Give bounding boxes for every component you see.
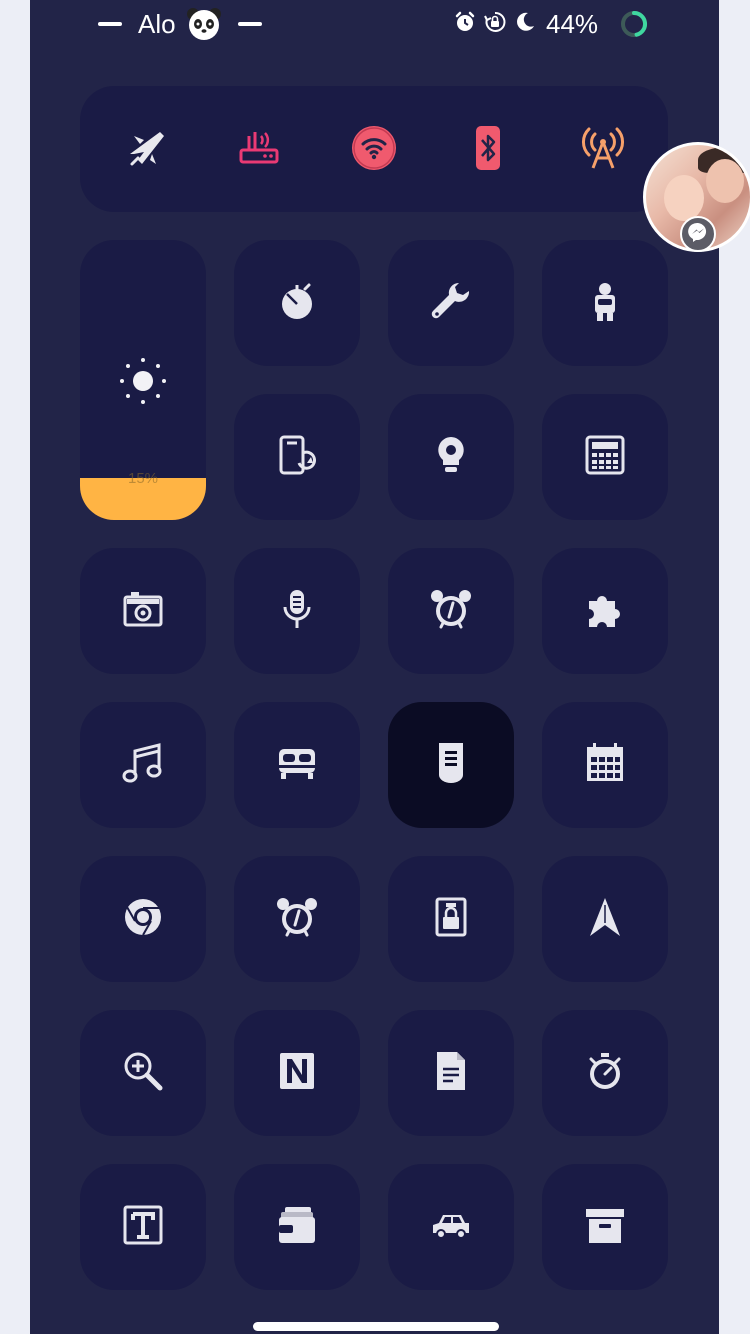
bed-icon: [275, 741, 319, 790]
status-bar: Alo 44%: [30, 0, 719, 48]
puzzle-icon: [583, 587, 627, 636]
alarm-tile[interactable]: [388, 548, 514, 674]
wallet-tile[interactable]: [234, 1164, 360, 1290]
notion-tile[interactable]: [234, 1010, 360, 1136]
stopwatch-tile[interactable]: [542, 1010, 668, 1136]
airplane-mode-toggle[interactable]: [122, 126, 170, 174]
remote-tile[interactable]: [388, 702, 514, 828]
timer-tile[interactable]: [234, 240, 360, 366]
panda-face-icon: [186, 6, 222, 42]
guided-access-tile[interactable]: [388, 856, 514, 982]
chrome-icon: [121, 895, 165, 944]
messenger-badge[interactable]: [680, 216, 716, 252]
music-tile[interactable]: [80, 702, 206, 828]
wallet-icon: [275, 1203, 319, 1252]
navigation-tile[interactable]: [542, 856, 668, 982]
calculator-tile[interactable]: [542, 394, 668, 520]
wrench-icon: [429, 279, 473, 328]
calendar-icon: [583, 741, 627, 790]
bluetooth-toggle[interactable]: [464, 124, 512, 177]
alarm-clock-icon: [275, 895, 319, 944]
navigation-arrow-icon: [583, 895, 627, 944]
camera-tile[interactable]: [80, 548, 206, 674]
carplay-tile[interactable]: [388, 1164, 514, 1290]
tools-tile[interactable]: [388, 240, 514, 366]
wifi-toggle[interactable]: [350, 124, 398, 177]
control-center: Alo 44% 15%: [30, 0, 719, 1334]
camera-icon: [121, 587, 165, 636]
microphone-icon: [275, 587, 319, 636]
document-icon: [429, 1049, 473, 1098]
notes-tile[interactable]: [388, 1010, 514, 1136]
brightness-slider[interactable]: 15%: [80, 240, 206, 520]
bluetooth-icon: [464, 124, 512, 177]
phone-rotate-icon: [275, 433, 319, 482]
brightness-value: 15%: [127, 470, 159, 487]
notion-icon: [275, 1049, 319, 1098]
wifi-icon: [350, 124, 398, 177]
battery-ring-icon: [620, 10, 648, 38]
voice-memos-tile[interactable]: [234, 548, 360, 674]
antenna-icon: [579, 124, 627, 177]
home-indicator[interactable]: [253, 1322, 499, 1331]
sun-icon: [118, 356, 168, 406]
status-icons: [454, 10, 536, 38]
battery-percent: 44%: [546, 9, 599, 39]
router-icon: [235, 124, 283, 177]
alarm-clock-icon: [429, 587, 473, 636]
connectivity-panel: [80, 86, 668, 212]
car-icon: [429, 1203, 473, 1252]
bulb-icon: [429, 433, 473, 482]
sleep-tile[interactable]: [234, 702, 360, 828]
screen-rotate-tile[interactable]: [234, 394, 360, 520]
alarm-clock-icon: [454, 11, 476, 38]
moon-icon: [514, 11, 536, 38]
zoom-in-icon: [121, 1049, 165, 1098]
airplane-icon: [122, 124, 170, 177]
carrier-label: Alo: [138, 9, 176, 39]
badge-lock-icon: [429, 895, 473, 944]
text-size-tile[interactable]: [80, 1164, 206, 1290]
magnifier-tile[interactable]: [80, 1010, 206, 1136]
shortcuts-tile[interactable]: [542, 548, 668, 674]
archive-tile[interactable]: [542, 1164, 668, 1290]
messenger-icon: [688, 222, 708, 247]
archive-box-icon: [583, 1203, 627, 1252]
stopwatch-icon: [583, 1049, 627, 1098]
chrome-tile[interactable]: [80, 856, 206, 982]
calculator-icon: [583, 433, 627, 482]
music-note-icon: [121, 741, 165, 790]
mobile-hotspot-toggle[interactable]: [235, 126, 283, 174]
cellular-data-toggle[interactable]: [579, 126, 627, 174]
astronaut-icon: [583, 279, 627, 328]
alarm-2-tile[interactable]: [234, 856, 360, 982]
calendar-tile[interactable]: [542, 702, 668, 828]
avatar-face-adult: [706, 159, 744, 203]
text-size-icon: [121, 1203, 165, 1252]
rotation-lock-icon: [484, 11, 506, 38]
dash-left: [98, 22, 122, 26]
flashlight-tile[interactable]: [388, 394, 514, 520]
avatar-face-baby: [664, 175, 704, 221]
remote-control-icon: [429, 741, 473, 790]
timer-icon: [275, 279, 319, 328]
accessibility-tile[interactable]: [542, 240, 668, 366]
dash-right: [238, 22, 262, 26]
